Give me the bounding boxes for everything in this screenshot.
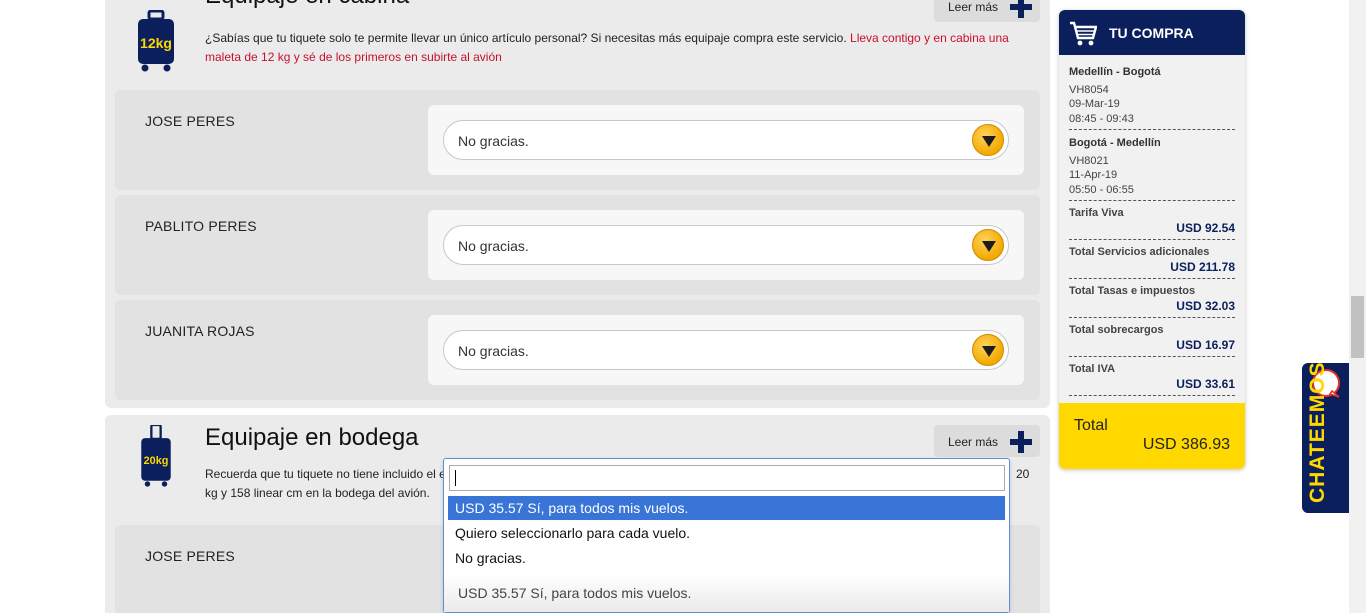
dropdown-option[interactable]: USD 35.57 Sí, para todos mis vuelos. xyxy=(448,496,1005,520)
cost-line: Total IVA USD 33.61 xyxy=(1069,363,1235,396)
chat-widget-label: CHATEEMOS xyxy=(1306,361,1329,503)
selector-container: No gracias. xyxy=(428,210,1024,280)
plus-icon xyxy=(1010,0,1032,18)
dropdown-option[interactable]: Quiero seleccionarlo para cada vuelo. xyxy=(448,521,1005,545)
scrollbar-thumb[interactable] xyxy=(1351,296,1364,358)
flight-route: Bogotá - Medellín xyxy=(1069,137,1161,149)
checked-baggage-dropdown[interactable]: USD 35.57 Sí, para todos mis vuelos. Qui… xyxy=(443,458,1010,613)
purchase-summary-panel: TU COMPRA Medellín - Bogotá VH8054 09-Ma… xyxy=(1059,10,1245,469)
flight-leg: Medellín - Bogotá VH8054 09-Mar-19 08:45… xyxy=(1069,65,1235,130)
checked-bag-icon: 20kg xyxy=(141,425,171,487)
chat-widget-button[interactable]: CHATEEMOS xyxy=(1302,361,1350,513)
plus-icon xyxy=(1010,431,1032,453)
passenger-row: JOSE PERES No gracias. xyxy=(115,90,1040,190)
cabin-bag-icon: 12kg xyxy=(138,10,174,72)
cabin-section-title: Equipaje en cabina xyxy=(205,0,409,10)
select-value: No gracias. xyxy=(458,343,529,359)
checked-section-description-end: 20 xyxy=(1016,467,1030,481)
flight-leg: Bogotá - Medellín VH8021 11-Apr-19 05:50… xyxy=(1069,136,1235,201)
passenger-name: PABLITO PERES xyxy=(145,218,257,234)
passenger-name: JOSE PERES xyxy=(145,113,235,129)
flight-date: 09-Mar-19 xyxy=(1069,98,1120,110)
checked-read-more-button[interactable]: Leer más xyxy=(934,425,1040,457)
checked-section-description-line2: kg y 158 linear cm en la bodega del avió… xyxy=(205,486,430,500)
cost-value: USD 32.03 xyxy=(1176,299,1235,313)
cabin-read-more-button[interactable]: Leer más xyxy=(934,0,1040,22)
selector-container: No gracias. xyxy=(428,105,1024,175)
checked-section-description: Recuerda que tu tiquete no tiene incluid… xyxy=(205,467,446,481)
checked-baggage-select[interactable]: USD 35.57 Sí, para todos mis vuelos. xyxy=(444,574,1009,612)
flight-number: VH8054 xyxy=(1069,83,1109,96)
cost-label: Total IVA xyxy=(1069,363,1116,375)
cabin-baggage-select[interactable]: No gracias. xyxy=(443,225,1009,265)
checked-section-title: Equipaje en bodega xyxy=(205,424,419,451)
total-value: USD 386.93 xyxy=(1142,436,1230,453)
cost-value: USD 33.61 xyxy=(1176,377,1235,391)
cost-label: Total Tasas e impuestos xyxy=(1069,285,1196,297)
cabin-baggage-section: 12kg Equipaje en cabina ¿Sabías que tu t… xyxy=(105,0,1050,408)
cost-label: Tarifa Viva xyxy=(1069,207,1124,219)
cabin-bag-label: 12kg xyxy=(140,35,172,51)
flight-time: 08:45 - 09:43 xyxy=(1069,112,1134,125)
cost-line: Tarifa Viva USD 92.54 xyxy=(1069,207,1235,240)
select-value: USD 35.57 Sí, para todos mis vuelos. xyxy=(458,585,692,601)
cost-line: Total Tasas e impuestos USD 32.03 xyxy=(1069,285,1235,318)
cost-line: Total Servicios adicionales USD 211.78 xyxy=(1069,246,1235,279)
cabin-baggage-select[interactable]: No gracias. xyxy=(443,120,1009,160)
select-value: No gracias. xyxy=(458,133,529,149)
passenger-row: JUANITA ROJAS No gracias. xyxy=(115,300,1040,400)
cost-value: USD 211.78 xyxy=(1170,260,1235,274)
flight-time: 05:50 - 06:55 xyxy=(1069,183,1134,196)
passenger-name: JUANITA ROJAS xyxy=(145,323,255,339)
dropdown-search-input[interactable] xyxy=(449,465,1005,491)
text-caret xyxy=(455,470,456,486)
cost-label: Total sobrecargos xyxy=(1069,324,1164,336)
cost-value: USD 92.54 xyxy=(1176,221,1235,235)
purchase-summary-header: TU COMPRA xyxy=(1059,10,1245,55)
read-more-label: Leer más xyxy=(948,435,999,449)
cost-line: Total sobrecargos USD 16.97 xyxy=(1069,324,1235,357)
select-value: No gracias. xyxy=(458,238,529,254)
checked-bag-label: 20kg xyxy=(144,455,169,467)
page: 12kg Equipaje en cabina ¿Sabías que tu t… xyxy=(0,0,1366,613)
cabin-baggage-select[interactable]: No gracias. xyxy=(443,330,1009,370)
dropdown-option[interactable]: No gracias. xyxy=(448,546,1005,570)
flight-number: VH8021 xyxy=(1069,154,1109,167)
purchase-summary-title: TU COMPRA xyxy=(1109,25,1194,41)
cabin-section-description: ¿Sabías que tu tiquete solo te permite l… xyxy=(205,29,1020,67)
cost-label: Total Servicios adicionales xyxy=(1069,246,1210,258)
chevron-down-icon[interactable] xyxy=(972,124,1004,156)
read-more-label: Leer más xyxy=(948,0,999,14)
selector-container: No gracias. xyxy=(428,315,1024,385)
total-box: Total USD 386.93 xyxy=(1059,403,1245,469)
total-label: Total xyxy=(1074,417,1108,434)
cost-value: USD 16.97 xyxy=(1176,338,1235,352)
passenger-name: JOSE PERES xyxy=(145,548,235,564)
chevron-down-icon[interactable] xyxy=(972,334,1004,366)
flight-date: 11-Apr-19 xyxy=(1069,169,1118,181)
shopping-cart-icon xyxy=(1070,21,1097,46)
passenger-row: PABLITO PERES No gracias. xyxy=(115,195,1040,295)
purchase-summary-body: Medellín - Bogotá VH8054 09-Mar-19 08:45… xyxy=(1069,65,1235,402)
chevron-down-icon[interactable] xyxy=(972,229,1004,261)
cabin-desc-text: ¿Sabías que tu tiquete solo te permite l… xyxy=(205,31,851,45)
flight-route: Medellín - Bogotá xyxy=(1069,66,1161,78)
